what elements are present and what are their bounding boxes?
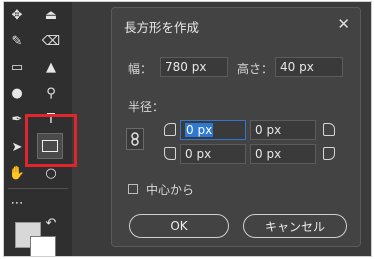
height-field[interactable]: 40 px [275,57,343,77]
corner-bottom-right-icon [323,147,335,160]
radius-top-right-field[interactable]: 0 px [250,120,316,140]
rectangle-tool-highlight [25,114,77,167]
from-center-label: 中心から [146,183,195,197]
stamp-tool-icon[interactable]: ⏏ [40,4,62,26]
width-field[interactable]: 780 px [160,57,228,77]
link-radius-button[interactable] [126,128,144,150]
dodge-tool-icon[interactable]: ● [6,82,28,104]
radius-top-left-value: 0 px [185,123,214,137]
photoshop-window: ✥ ⏏ ✎ ⌫ ▭ ▲ ● ⚲ ✒ T ➤ ✋ ○ ⋯ ↶ 長方形を作成 ✕ 幅… [3,1,372,257]
toolbar-divider [8,188,68,189]
zoom-tool-icon[interactable]: ⚲ [40,82,62,104]
radius-top-left-field[interactable]: 0 px [180,120,246,140]
height-label: 高さ： [237,62,274,76]
width-label: 幅： [128,62,153,76]
move-tool-icon[interactable]: ✥ [6,4,28,26]
more-tools-icon[interactable]: ⋯ [6,192,28,214]
chain-link-icon [131,132,139,146]
radius-bottom-right-field[interactable]: 0 px [250,144,316,164]
corner-top-right-icon [323,123,335,136]
background-color-swatch[interactable] [30,236,56,256]
radius-bottom-left-field[interactable]: 0 px [180,144,246,164]
brush-tool-icon[interactable]: ✎ [6,30,28,52]
close-icon[interactable]: ✕ [337,15,350,33]
radius-label: 半径： [128,100,165,114]
corner-bottom-left-icon [164,147,176,160]
corner-top-left-icon [164,123,176,136]
eraser-tool-icon[interactable]: ⌫ [40,30,62,52]
sharpen-tool-icon[interactable]: ▲ [40,56,62,78]
from-center-checkbox[interactable] [128,184,138,194]
dialog-title: 長方形を作成 [124,20,200,35]
gradient-tool-icon[interactable]: ▭ [6,56,28,78]
cancel-button[interactable]: キャンセル [243,214,347,238]
create-rectangle-dialog: 長方形を作成 ✕ 幅： 780 px 高さ： 40 px 半径： 0 px 0 … [111,7,361,247]
ok-button[interactable]: OK [129,214,229,238]
swap-colors-icon[interactable]: ↶ [40,212,62,234]
